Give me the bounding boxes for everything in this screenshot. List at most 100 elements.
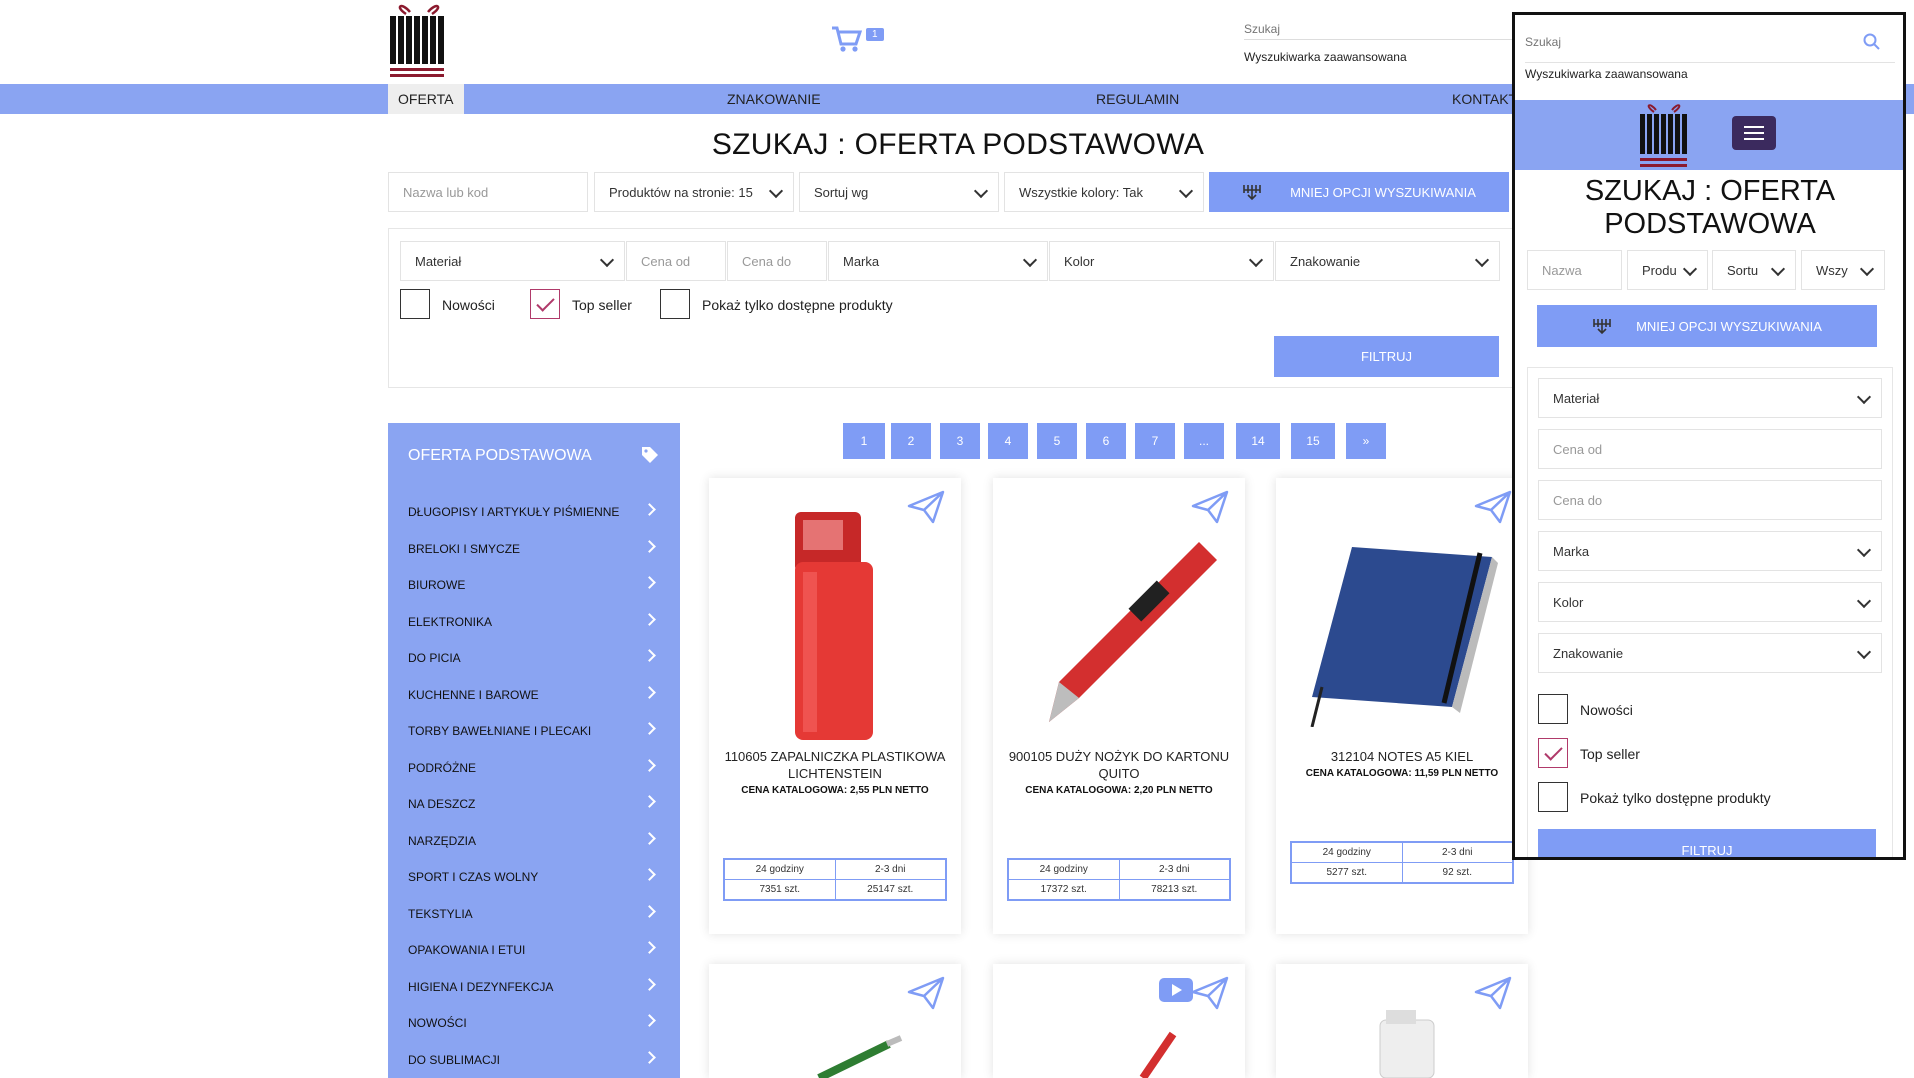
less-options-button[interactable]: MNIEJ OPCJI WYSZUKIWANIA — [1209, 172, 1509, 212]
mobile-less-options-button[interactable]: MNIEJ OPCJI WYSZUKIWANIA — [1537, 305, 1877, 347]
sidebar-item[interactable]: DŁUGOPISY I ARTYKUŁY PIŚMIENNE — [408, 503, 660, 535]
name-or-code-input[interactable]: Nazwa lub kod — [388, 172, 588, 212]
nav-item-oferta[interactable]: OFERTA — [388, 84, 464, 114]
sidebar-item[interactable]: NOWOŚCI — [408, 1014, 660, 1046]
sidebar-item-label: BRELOKI I SMYCZE — [408, 541, 521, 556]
mobile-name-input[interactable]: Nazwa — [1527, 250, 1622, 290]
sidebar-item[interactable]: NARZĘDZIA — [408, 831, 660, 864]
page-button[interactable]: 4 — [988, 423, 1028, 459]
nav-item-znakowanie[interactable]: ZNAKOWANIE — [727, 84, 821, 114]
tag-icon — [642, 447, 658, 463]
mobile-new-checkbox[interactable] — [1538, 694, 1568, 724]
product-card[interactable]: 900105 DUŻY NOŻYK DO KARTONU QUITO CENA K… — [993, 478, 1245, 934]
page-button[interactable]: 7 — [1135, 423, 1175, 459]
page-button[interactable]: ... — [1184, 423, 1224, 459]
advanced-search-link[interactable]: Wyszukiwarka zaawansowana — [1244, 50, 1407, 64]
product-card[interactable] — [993, 964, 1245, 1078]
page-button[interactable]: 6 — [1086, 423, 1126, 459]
sidebar-item[interactable]: BIUROWE — [408, 576, 660, 608]
sidebar-item[interactable]: HIGIENA I DEZYNFEKCJA — [408, 977, 660, 1010]
cart-count-badge: 1 — [866, 27, 884, 41]
chevron-right-icon — [643, 539, 656, 553]
nav-item-regulamin[interactable]: REGULAMIN — [1096, 84, 1179, 114]
mobile-color-select[interactable]: Kolor — [1538, 582, 1882, 622]
mobile-advanced-search-link[interactable]: Wyszukiwarka zaawansowana — [1525, 67, 1688, 81]
page-button[interactable]: 14 — [1236, 423, 1280, 459]
sidebar-item[interactable]: BRELOKI I SMYCZE — [408, 539, 660, 572]
chevron-right-icon — [643, 649, 656, 662]
sidebar-item[interactable]: SPORT I CZAS WOLNY — [408, 868, 660, 900]
page-button[interactable]: » — [1346, 423, 1386, 459]
mobile-available-only-checkbox[interactable] — [1538, 782, 1568, 812]
mobile-marking-select[interactable]: Znakowanie — [1538, 633, 1882, 673]
top-seller-label: Top seller — [572, 297, 632, 313]
send-inquiry-icon[interactable] — [1474, 976, 1512, 1010]
page-button[interactable]: 5 — [1037, 423, 1077, 459]
logo[interactable] — [388, 0, 450, 82]
sidebar-item[interactable]: PODRÓŻNE — [408, 758, 660, 791]
page-button[interactable]: 15 — [1291, 423, 1335, 459]
video-icon[interactable] — [1159, 978, 1193, 1002]
send-inquiry-icon[interactable] — [1191, 976, 1229, 1010]
send-inquiry-icon[interactable] — [907, 976, 945, 1010]
sidebar-item[interactable]: DO SUBLIMACJI — [408, 1050, 660, 1078]
price-from-input[interactable]: Cena od — [626, 241, 726, 281]
sidebar-item[interactable]: ELEKTRONIKA — [408, 612, 660, 645]
sidebar-item[interactable]: TEKSTYLIA — [408, 904, 660, 937]
product-image[interactable] — [993, 512, 1245, 742]
sidebar-item[interactable]: NA DESZCZ — [408, 795, 660, 827]
mobile-logo[interactable] — [1638, 100, 1690, 170]
mobile-new-label: Nowości — [1580, 702, 1633, 718]
sidebar-item[interactable]: KUCHENNE I BAROWE — [408, 685, 660, 718]
per-page-select[interactable]: Produktów na stronie: 15 — [594, 172, 794, 212]
stock-24h-qty: 5277 szt. — [1291, 862, 1403, 883]
page-button[interactable]: 1 — [843, 423, 885, 459]
product-card[interactable]: 312104 NOTES A5 KIEL CENA KATALOGOWA: 11,… — [1276, 478, 1528, 934]
nav-item-kontakt[interactable]: KONTAKT — [1452, 84, 1517, 114]
filter-icon — [1593, 319, 1611, 335]
cart-button[interactable]: 1 — [830, 22, 890, 56]
search-input[interactable] — [1244, 18, 1514, 40]
marking-select[interactable]: Znakowanie — [1275, 241, 1500, 281]
search-icon[interactable] — [1863, 33, 1881, 51]
mobile-brand-select[interactable]: Marka — [1538, 531, 1882, 571]
mobile-price-from-input[interactable]: Cena od — [1538, 429, 1882, 469]
brand-select[interactable]: Marka — [828, 241, 1048, 281]
product-name[interactable]: 110605 ZAPALNICZKA PLASTIKOWA LICHTENSTE… — [719, 748, 951, 782]
page-button[interactable]: 2 — [891, 423, 931, 459]
sort-select[interactable]: Sortuj wg — [799, 172, 999, 212]
color-select[interactable]: Kolor — [1049, 241, 1274, 281]
mobile-search-input[interactable] — [1525, 31, 1825, 53]
product-card[interactable]: 110605 ZAPALNICZKA PLASTIKOWA LICHTENSTE… — [709, 478, 961, 934]
sidebar-item-label: PODRÓŻNE — [408, 760, 477, 775]
stock-table: 24 godziny 2-3 dni 7351 szt. 25147 szt. — [723, 858, 947, 901]
mobile-sort-select[interactable]: Sortu — [1712, 250, 1796, 290]
top-seller-checkbox[interactable] — [530, 289, 560, 319]
filter-button[interactable]: FILTRUJ — [1274, 336, 1499, 377]
available-only-checkbox[interactable] — [660, 289, 690, 319]
sidebar-item[interactable]: OPAKOWANIA I ETUI — [408, 941, 660, 973]
product-name[interactable]: 900105 DUŻY NOŻYK DO KARTONU QUITO — [1003, 748, 1235, 782]
hamburger-menu-button[interactable] — [1732, 116, 1776, 150]
new-label: Nowości — [442, 297, 495, 313]
mobile-price-to-input[interactable]: Cena do — [1538, 480, 1882, 520]
sidebar-item[interactable]: DO PICIA — [408, 649, 660, 681]
product-name[interactable]: 312104 NOTES A5 KIEL — [1286, 748, 1518, 765]
material-select[interactable]: Materiał — [400, 241, 625, 281]
mobile-top-seller-checkbox[interactable] — [1538, 738, 1568, 768]
stock-23d-qty: 92 szt. — [1401, 862, 1513, 883]
product-image[interactable] — [709, 512, 961, 742]
page-button[interactable]: 3 — [940, 423, 980, 459]
colors-select[interactable]: Wszystkie kolory: Tak — [1004, 172, 1204, 212]
chevron-down-icon — [1856, 542, 1872, 558]
mobile-per-page-select[interactable]: Produ — [1627, 250, 1708, 290]
mobile-filter-button[interactable]: FILTRUJ — [1538, 829, 1876, 857]
mobile-colors-select[interactable]: Wszy — [1801, 250, 1885, 290]
product-card[interactable] — [709, 964, 961, 1078]
mobile-material-select[interactable]: Materiał — [1538, 378, 1882, 418]
product-image[interactable] — [1276, 512, 1528, 742]
new-checkbox[interactable] — [400, 289, 430, 319]
product-card[interactable] — [1276, 964, 1528, 1078]
sidebar-item[interactable]: TORBY BAWEŁNIANE I PLECAKI — [408, 722, 660, 754]
price-to-input[interactable]: Cena do — [727, 241, 827, 281]
